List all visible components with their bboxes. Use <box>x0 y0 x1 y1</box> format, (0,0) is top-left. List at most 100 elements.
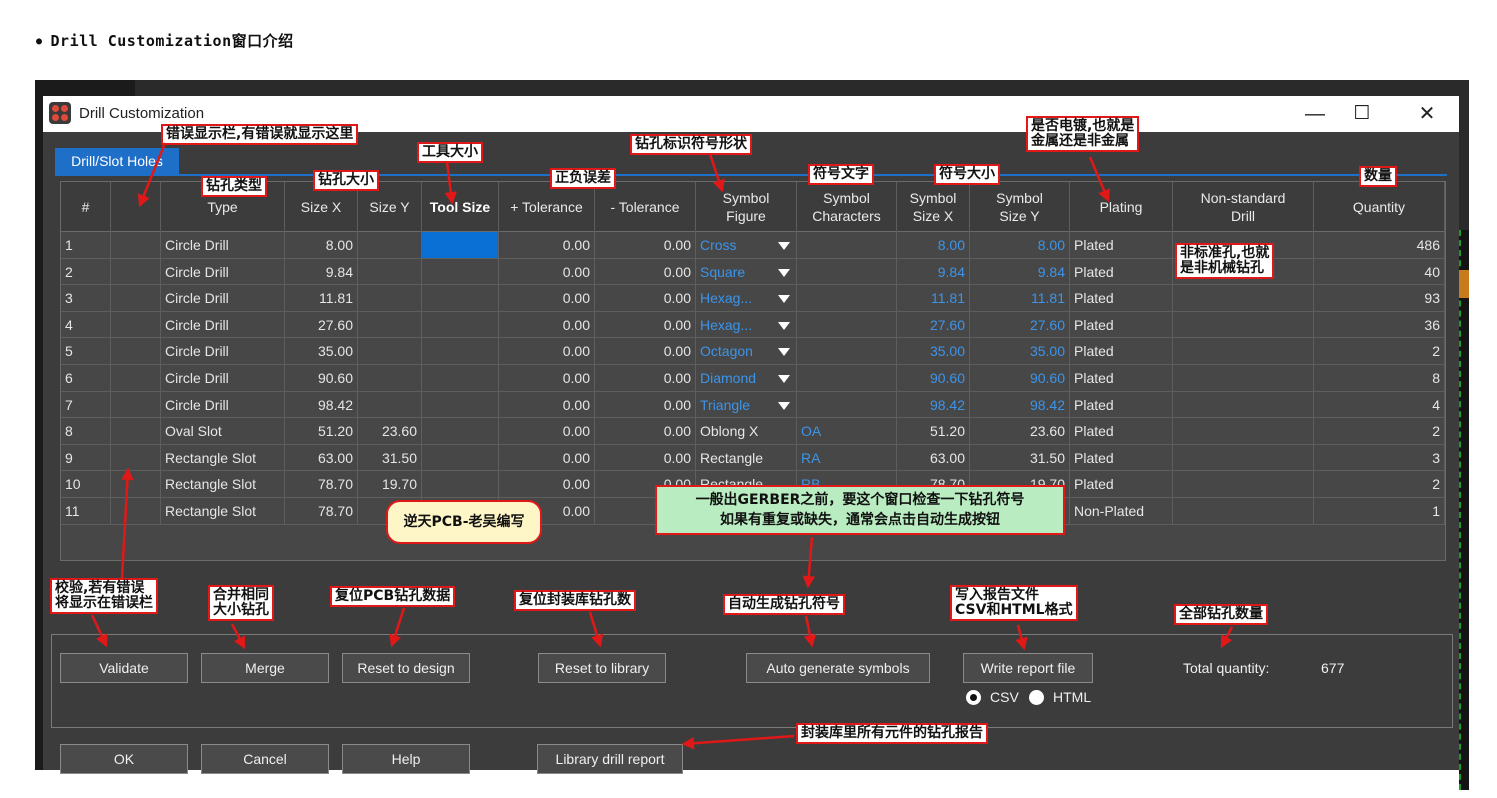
cell-ssx[interactable]: 9.84 <box>897 258 970 285</box>
cell-chars[interactable] <box>797 232 897 258</box>
cell-nonstd[interactable] <box>1173 338 1314 365</box>
cell-qty[interactable]: 1 <box>1314 498 1445 524</box>
cell-tool[interactable] <box>422 444 499 471</box>
cell-type[interactable]: Circle Drill <box>161 338 285 365</box>
cell-sx[interactable]: 51.20 <box>285 418 358 445</box>
cell-chars[interactable] <box>797 391 897 418</box>
cell-num[interactable]: 2 <box>61 258 111 285</box>
chevron-down-icon[interactable] <box>778 321 790 330</box>
cell-plating[interactable]: Plated <box>1070 444 1173 471</box>
cell-err[interactable] <box>111 285 161 312</box>
cell-num[interactable]: 11 <box>61 498 111 524</box>
cell-tm[interactable]: 0.00 <box>595 391 696 418</box>
cell-sx[interactable]: 78.70 <box>285 471 358 498</box>
cell-err[interactable] <box>111 232 161 258</box>
column-header-tp[interactable]: + Tolerance <box>499 182 595 232</box>
cell-tp[interactable]: 0.00 <box>499 418 595 445</box>
cell-sy[interactable]: 31.50 <box>358 444 422 471</box>
cell-sx[interactable]: 9.84 <box>285 258 358 285</box>
cell-sx[interactable]: 27.60 <box>285 311 358 338</box>
cell-sy[interactable] <box>358 391 422 418</box>
cell-ssy[interactable]: 35.00 <box>970 338 1070 365</box>
cell-tm[interactable]: 0.00 <box>595 232 696 258</box>
chevron-down-icon[interactable] <box>778 268 790 277</box>
cell-tm[interactable]: 0.00 <box>595 444 696 471</box>
cell-tm[interactable]: 0.00 <box>595 365 696 391</box>
validate-button[interactable]: Validate <box>60 653 188 683</box>
cell-tm[interactable]: 0.00 <box>595 258 696 285</box>
cell-type[interactable]: Circle Drill <box>161 285 285 312</box>
library-drill-report-button[interactable]: Library drill report <box>537 744 683 774</box>
cell-sy[interactable] <box>358 258 422 285</box>
cell-plating[interactable]: Non-Plated <box>1070 498 1173 524</box>
cell-sy[interactable] <box>358 311 422 338</box>
cell-fig[interactable]: Rectangle <box>696 444 797 471</box>
cancel-button[interactable]: Cancel <box>201 744 329 774</box>
cell-plating[interactable]: Plated <box>1070 311 1173 338</box>
cell-tool[interactable] <box>422 258 499 285</box>
cell-sy[interactable] <box>358 338 422 365</box>
column-header-fig[interactable]: Symbol Figure <box>696 182 797 232</box>
cell-ssx[interactable]: 11.81 <box>897 285 970 312</box>
cell-qty[interactable]: 486 <box>1314 232 1445 258</box>
cell-nonstd[interactable] <box>1173 498 1314 524</box>
cell-qty[interactable]: 4 <box>1314 391 1445 418</box>
cell-type[interactable]: Circle Drill <box>161 365 285 391</box>
cell-num[interactable]: 6 <box>61 365 111 391</box>
cell-sx[interactable]: 35.00 <box>285 338 358 365</box>
cell-num[interactable]: 10 <box>61 471 111 498</box>
cell-plating[interactable]: Plated <box>1070 232 1173 258</box>
table-row[interactable]: 8 Oval Slot 51.20 23.60 0.00 0.00 Oblong X OA 51… <box>61 418 1445 445</box>
cell-tool[interactable] <box>422 232 499 258</box>
cell-err[interactable] <box>111 471 161 498</box>
cell-sx[interactable]: 8.00 <box>285 232 358 258</box>
cell-type[interactable]: Circle Drill <box>161 232 285 258</box>
reset-to-design-button[interactable]: Reset to design <box>342 653 470 683</box>
table-row[interactable]: 5 Circle Drill 35.00 0.00 0.00 Octagon 35.00 35… <box>61 338 1445 365</box>
cell-ssy[interactable]: 8.00 <box>970 232 1070 258</box>
column-header-qty[interactable]: Quantity <box>1314 182 1445 232</box>
cell-sx[interactable]: 11.81 <box>285 285 358 312</box>
cell-plating[interactable]: Plated <box>1070 338 1173 365</box>
write-report-file-button[interactable]: Write report file <box>963 653 1093 683</box>
cell-err[interactable] <box>111 498 161 524</box>
cell-fig[interactable]: Hexag... <box>696 285 797 312</box>
cell-sy[interactable] <box>358 232 422 258</box>
cell-err[interactable] <box>111 418 161 445</box>
cell-sx[interactable]: 98.42 <box>285 391 358 418</box>
cell-nonstd[interactable] <box>1173 418 1314 445</box>
cell-ssy[interactable]: 11.81 <box>970 285 1070 312</box>
cell-qty[interactable]: 93 <box>1314 285 1445 312</box>
ok-button[interactable]: OK <box>60 744 188 774</box>
auto-generate-symbols-button[interactable]: Auto generate symbols <box>746 653 930 683</box>
cell-type[interactable]: Rectangle Slot <box>161 471 285 498</box>
cell-nonstd[interactable] <box>1173 471 1314 498</box>
column-header-ssy[interactable]: Symbol Size Y <box>970 182 1070 232</box>
close-button[interactable]: ✕ <box>1407 100 1447 128</box>
column-header-plating[interactable]: Plating <box>1070 182 1173 232</box>
cell-type[interactable]: Circle Drill <box>161 311 285 338</box>
cell-chars[interactable] <box>797 258 897 285</box>
cell-ssx[interactable]: 90.60 <box>897 365 970 391</box>
column-header-err[interactable] <box>111 182 161 232</box>
cell-nonstd[interactable] <box>1173 444 1314 471</box>
cell-tp[interactable]: 0.00 <box>499 311 595 338</box>
reset-to-library-button[interactable]: Reset to library <box>538 653 666 683</box>
cell-qty[interactable]: 3 <box>1314 444 1445 471</box>
cell-tp[interactable]: 0.00 <box>499 232 595 258</box>
cell-ssy[interactable]: 23.60 <box>970 418 1070 445</box>
cell-sx[interactable]: 90.60 <box>285 365 358 391</box>
cell-err[interactable] <box>111 311 161 338</box>
cell-err[interactable] <box>111 365 161 391</box>
cell-num[interactable]: 3 <box>61 285 111 312</box>
cell-tp[interactable]: 0.00 <box>499 338 595 365</box>
cell-chars[interactable] <box>797 311 897 338</box>
cell-tm[interactable]: 0.00 <box>595 311 696 338</box>
cell-ssx[interactable]: 35.00 <box>897 338 970 365</box>
cell-ssx[interactable]: 27.60 <box>897 311 970 338</box>
column-header-nonstd[interactable]: Non-standard Drill <box>1173 182 1314 232</box>
csv-radio[interactable] <box>966 690 981 705</box>
table-row[interactable]: 3 Circle Drill 11.81 0.00 0.00 Hexag... 11.81 1… <box>61 285 1445 312</box>
column-header-tm[interactable]: - Tolerance <box>595 182 696 232</box>
cell-type[interactable]: Circle Drill <box>161 258 285 285</box>
